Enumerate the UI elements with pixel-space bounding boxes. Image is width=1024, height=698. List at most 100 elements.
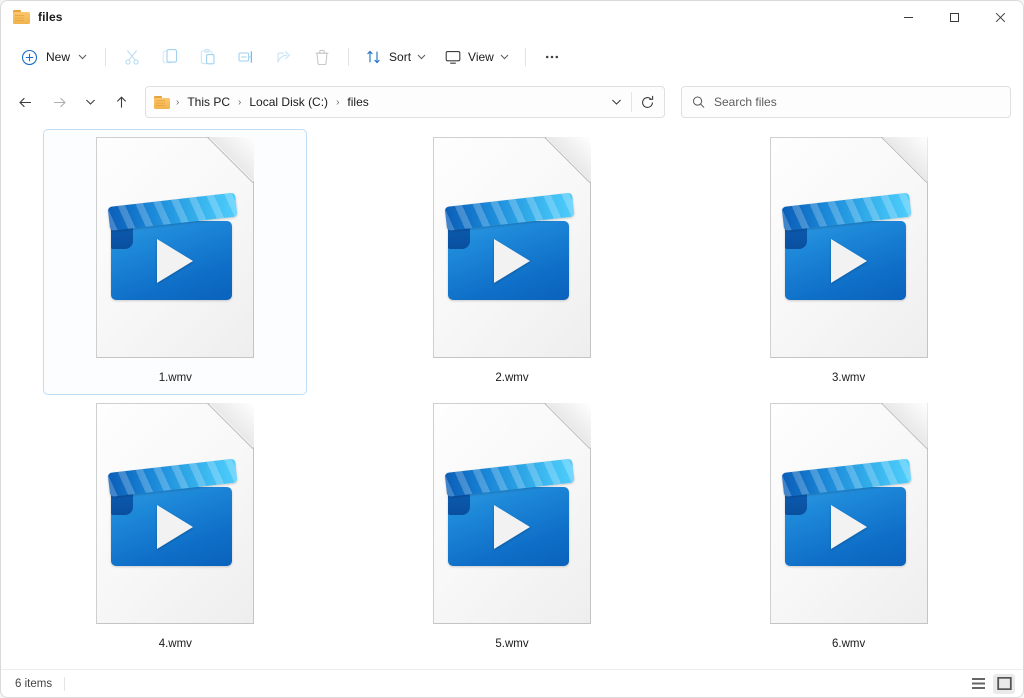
title-bar: files: [1, 1, 1023, 33]
clapperboard-icon: [781, 458, 915, 567]
status-bar: 6 items: [1, 669, 1023, 697]
sort-button-label: Sort: [389, 50, 412, 64]
chevron-down-icon: [85, 99, 95, 105]
ellipsis-icon: [545, 55, 558, 59]
breadcrumb-item-files[interactable]: files: [341, 92, 374, 112]
chevron-down-icon: [78, 54, 87, 60]
list-view-icon: [971, 678, 985, 689]
arrow-right-icon: [53, 97, 66, 107]
address-row: › This PC › Local Disk (C:) › files: [1, 81, 1023, 123]
sort-arrows-icon: [367, 50, 380, 64]
status-divider: [64, 676, 66, 691]
scissors-icon: [125, 50, 139, 65]
file-tile[interactable]: 4.wmv: [43, 395, 307, 661]
view-button[interactable]: View: [436, 41, 517, 73]
address-bar-divider: [631, 92, 632, 112]
toolbar-divider-3: [524, 48, 526, 66]
play-triangle-icon: [830, 239, 867, 283]
breadcrumb-item-local-disk[interactable]: Local Disk (C:): [243, 92, 334, 112]
details-view-button[interactable]: [967, 674, 989, 694]
wmv-file-icon: [769, 403, 928, 624]
file-explorer-window: files New Sort View › This PC › Local Di…: [0, 0, 1024, 698]
wmv-file-icon: [432, 403, 591, 624]
chevron-down-icon: [417, 54, 426, 60]
breadcrumb: › This PC › Local Disk (C:) › files: [154, 92, 603, 112]
search-input[interactable]: [714, 95, 1000, 109]
up-button[interactable]: [105, 86, 137, 118]
wmv-file-icon: [96, 403, 255, 624]
play-triangle-icon: [157, 505, 194, 549]
window-title: files: [38, 10, 63, 24]
command-toolbar: New Sort View: [1, 33, 1023, 81]
address-bar[interactable]: › This PC › Local Disk (C:) › files: [145, 86, 665, 118]
file-tile[interactable]: 2.wmv: [380, 129, 644, 395]
refresh-button[interactable]: [634, 89, 660, 115]
file-name-label: 3.wmv: [832, 372, 866, 384]
monitor-icon: [445, 51, 461, 64]
toolbar-divider-2: [348, 48, 350, 66]
share-button[interactable]: [266, 41, 302, 73]
close-icon: [995, 12, 1005, 22]
cut-button[interactable]: [114, 41, 150, 73]
large-icons-view-button[interactable]: [993, 673, 1015, 694]
clapperboard-icon: [781, 192, 915, 301]
file-tile[interactable]: 1.wmv: [43, 129, 308, 395]
play-triangle-icon: [157, 239, 194, 283]
maximize-icon: [949, 12, 959, 22]
close-button[interactable]: [977, 1, 1023, 33]
refresh-icon: [641, 95, 653, 108]
file-grid: 1.wmv 2.wmv 3.wmv 4.wmv 5.wmv 6.wmv: [7, 129, 1017, 661]
file-tile[interactable]: 3.wmv: [717, 129, 981, 395]
recent-locations-button[interactable]: [77, 86, 103, 118]
breadcrumb-separator: ›: [176, 96, 180, 108]
window-controls: [885, 1, 1023, 33]
wmv-file-icon: [96, 137, 255, 358]
breadcrumb-item-this-pc[interactable]: This PC: [181, 92, 236, 112]
paste-button[interactable]: [190, 41, 226, 73]
delete-button[interactable]: [304, 41, 340, 73]
breadcrumb-folder-icon[interactable]: [154, 95, 174, 109]
file-name-label: 5.wmv: [495, 638, 529, 650]
chevron-down-icon: [611, 99, 621, 105]
file-name-label: 6.wmv: [832, 638, 866, 650]
address-dropdown-button[interactable]: [603, 89, 629, 115]
file-name-label: 4.wmv: [158, 638, 192, 650]
play-triangle-icon: [830, 505, 867, 549]
search-box[interactable]: [681, 86, 1011, 118]
minimize-icon: [903, 16, 913, 18]
maximize-button[interactable]: [931, 1, 977, 33]
new-button[interactable]: New: [13, 41, 97, 73]
toolbar-divider: [105, 48, 107, 66]
sort-button[interactable]: Sort: [357, 41, 434, 73]
new-button-label: New: [46, 50, 71, 64]
view-toggles: [967, 673, 1015, 694]
paste-icon: [200, 48, 215, 65]
large-icons-view-icon: [996, 677, 1012, 690]
file-name-label: 1.wmv: [158, 372, 192, 384]
file-list-area[interactable]: 1.wmv 2.wmv 3.wmv 4.wmv 5.wmv 6.wmv: [1, 123, 1023, 669]
title-bar-left: files: [1, 10, 63, 24]
play-triangle-icon: [493, 239, 530, 283]
address-bar-actions: [603, 89, 660, 115]
file-tile[interactable]: 6.wmv: [717, 395, 981, 661]
breadcrumb-separator: ›: [336, 96, 340, 108]
item-count-label: 6 items: [15, 677, 53, 690]
play-triangle-icon: [493, 505, 530, 549]
minimize-button[interactable]: [885, 1, 931, 33]
folder-icon: [13, 10, 30, 24]
search-icon: [692, 96, 705, 108]
rename-button[interactable]: [228, 41, 264, 73]
file-name-label: 2.wmv: [495, 372, 529, 384]
back-button[interactable]: [9, 86, 41, 118]
share-icon: [277, 51, 291, 63]
forward-button[interactable]: [43, 86, 75, 118]
clapperboard-icon: [444, 192, 578, 301]
clapperboard-icon: [444, 458, 578, 567]
view-button-label: View: [468, 50, 494, 64]
plus-circle-icon: [21, 49, 38, 65]
file-tile[interactable]: 5.wmv: [380, 395, 644, 661]
arrow-up-icon: [116, 95, 126, 108]
trash-icon: [315, 49, 329, 66]
more-options-button[interactable]: [534, 41, 570, 73]
copy-button[interactable]: [152, 41, 188, 73]
